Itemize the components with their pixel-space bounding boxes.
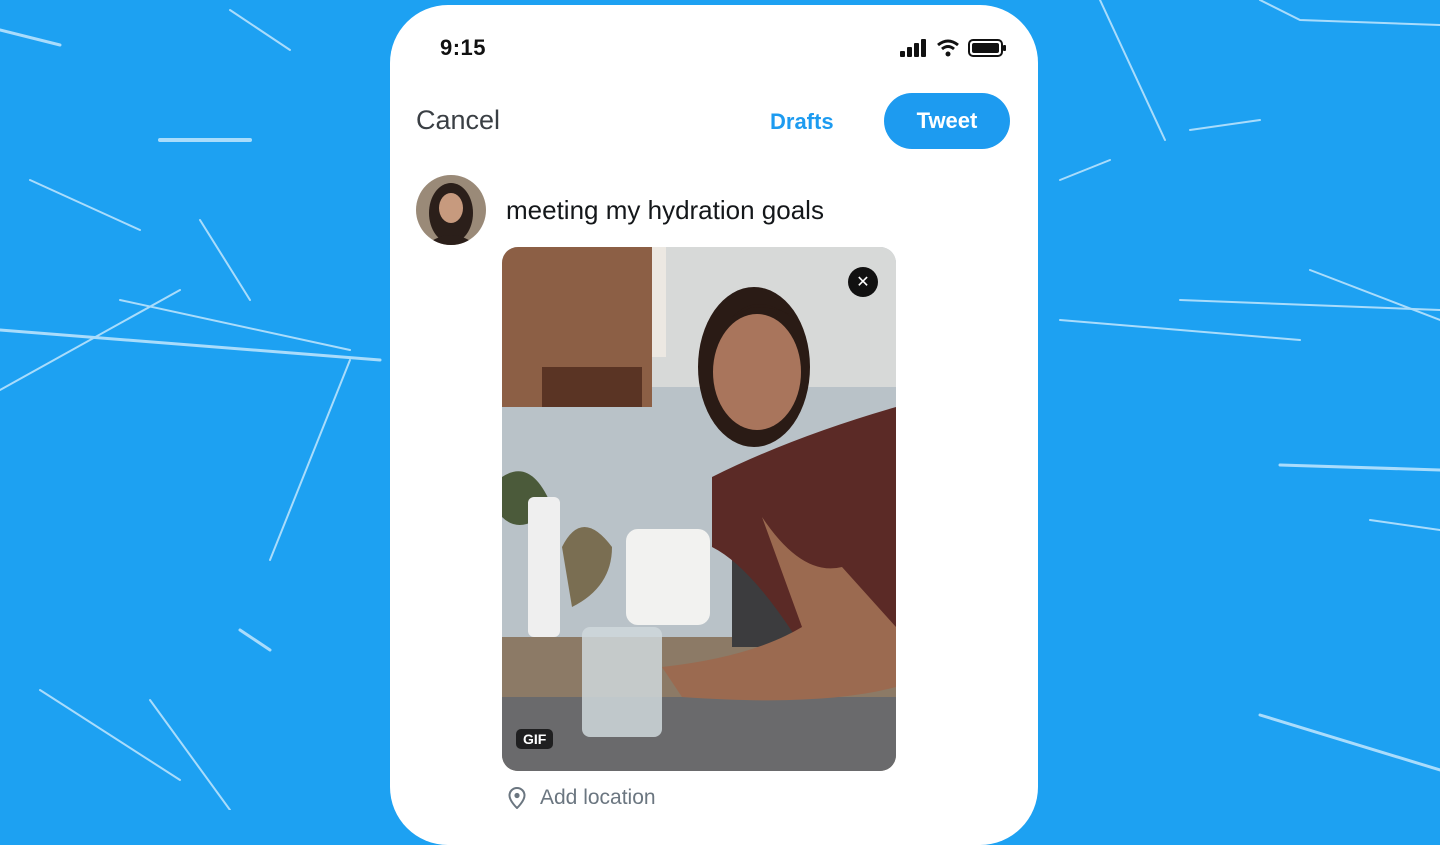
phone-frame: 9:15 Cancel Drafts Tweet meeting my hydr (390, 5, 1038, 845)
signal-icon (900, 39, 926, 57)
status-time: 9:15 (440, 35, 487, 60)
avatar[interactable] (416, 175, 486, 245)
status-icons (900, 39, 1008, 57)
close-icon[interactable]: ✕ (848, 267, 878, 297)
add-location-button[interactable]: Add location (508, 786, 656, 810)
battery-icon (968, 39, 1006, 57)
media-attachment[interactable]: ✕ GIF (502, 247, 896, 771)
gif-badge: GIF (516, 729, 554, 749)
media-preview-image (502, 247, 896, 771)
wifi-icon (937, 39, 959, 57)
tweet-text[interactable]: meeting my hydration goals (506, 195, 824, 226)
add-location-label: Add location (540, 786, 656, 809)
drafts-button[interactable]: Drafts (770, 109, 834, 135)
location-pin-icon (508, 787, 526, 809)
tweet-button[interactable]: Tweet (884, 93, 1010, 149)
cancel-button[interactable]: Cancel (416, 105, 500, 136)
